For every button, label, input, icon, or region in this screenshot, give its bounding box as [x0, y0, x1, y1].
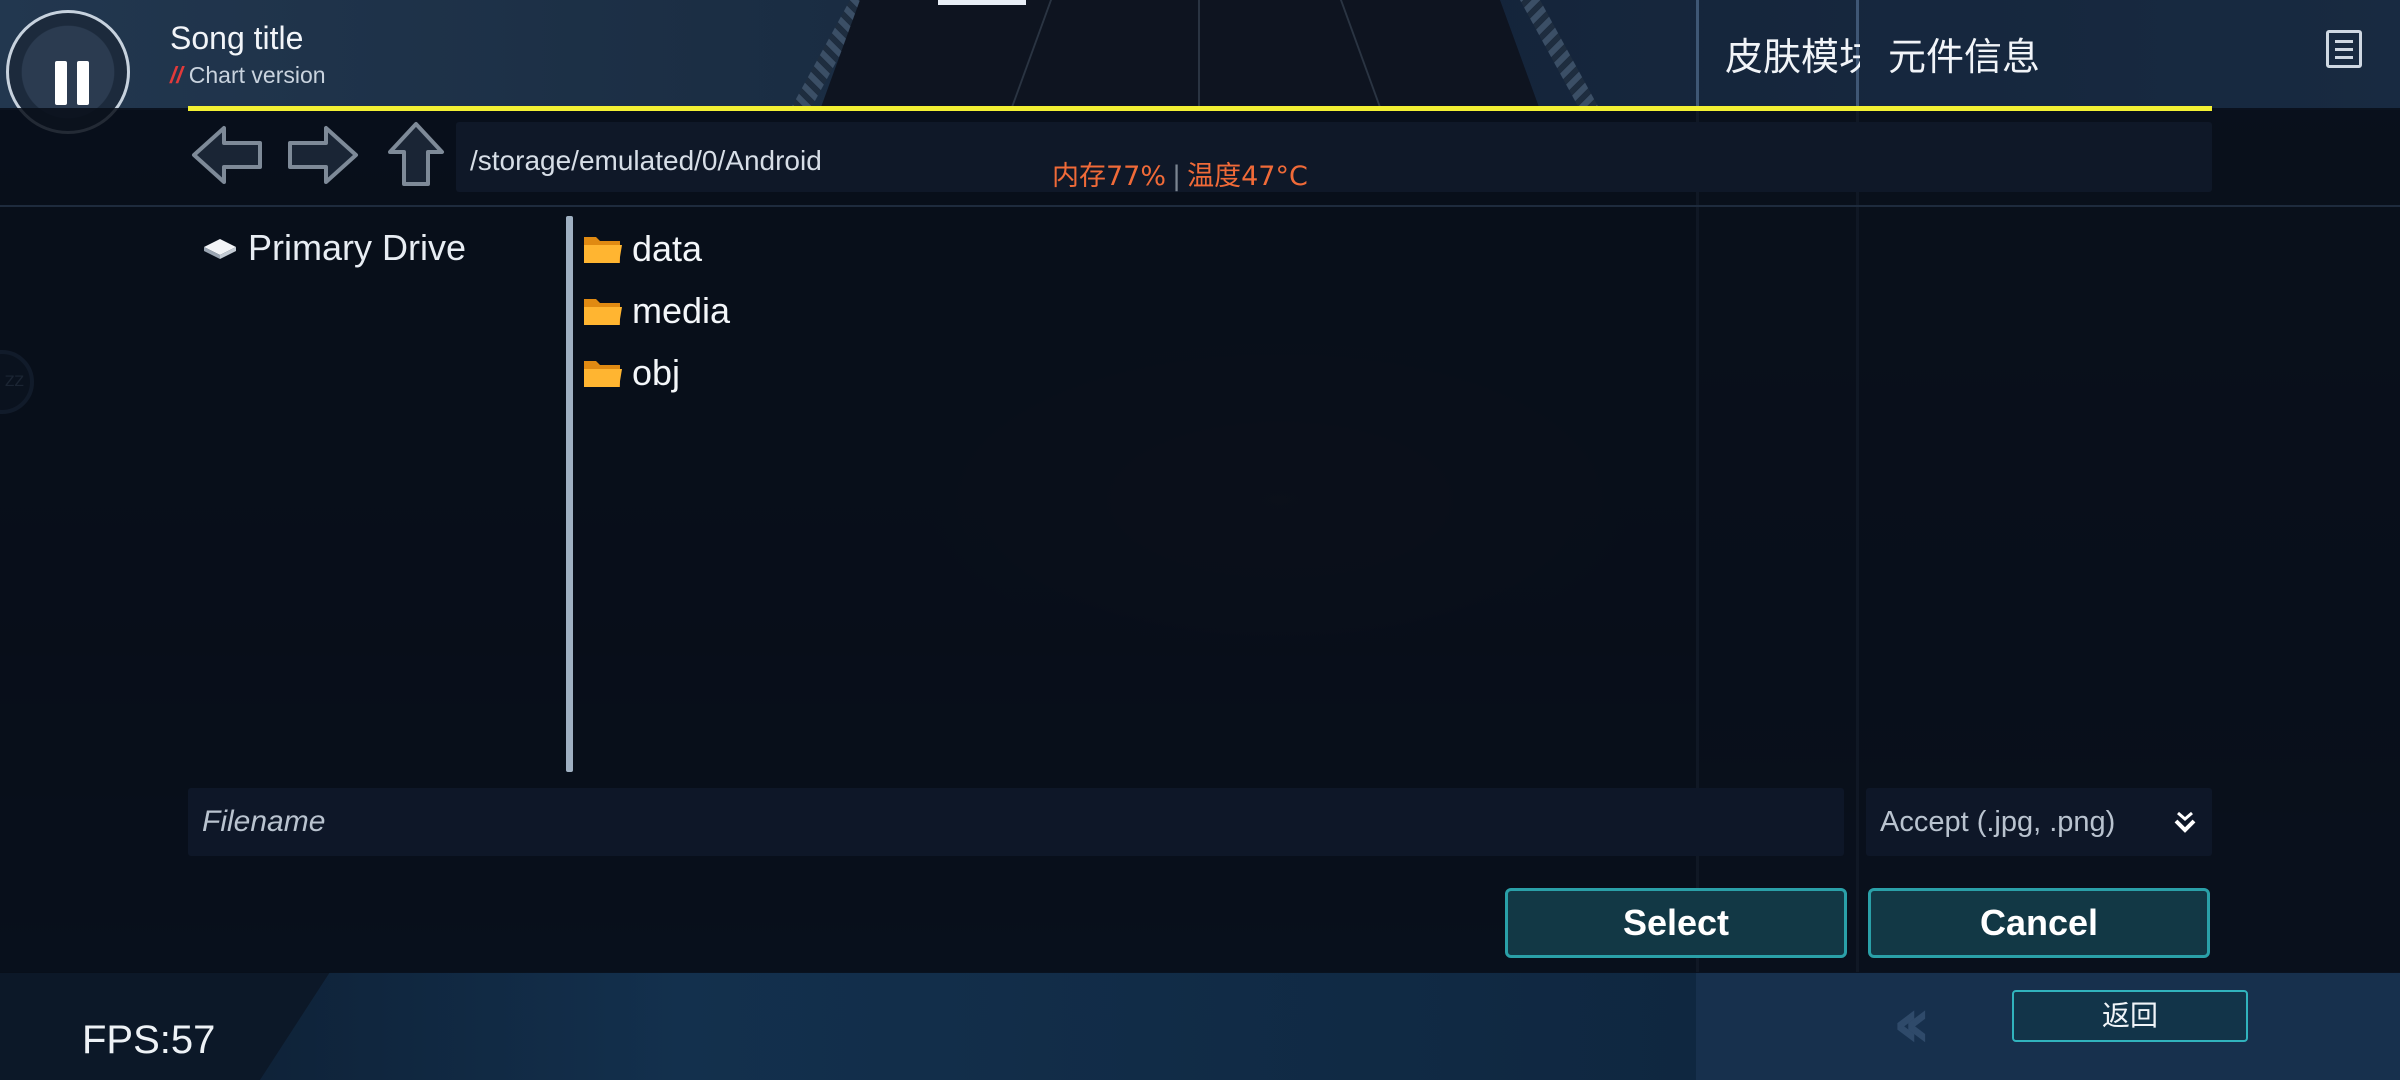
tab-skin-module[interactable]: 皮肤模块 — [1725, 26, 1860, 81]
file-type-filter[interactable]: Accept (.jpg, .png) — [1866, 788, 2212, 856]
temperature: 温度47°C — [1187, 161, 1308, 192]
chart-version: //Chart version — [170, 62, 326, 89]
drive-icon — [200, 235, 240, 261]
toolbar-separator — [0, 205, 2400, 207]
file-list: data media obj — [582, 218, 730, 404]
note-lane — [820, 0, 1540, 110]
drive-label: Primary Drive — [248, 227, 467, 268]
list-item[interactable]: data — [582, 218, 730, 280]
forward-arrow-icon[interactable] — [282, 120, 362, 190]
select-button[interactable]: Select — [1505, 888, 1847, 958]
component-info-title: 元件信息 — [1888, 35, 2041, 79]
folder-icon — [582, 355, 624, 391]
back-button[interactable]: 返回 — [2012, 990, 2248, 1042]
document-list-icon[interactable] — [2326, 30, 2362, 68]
chevron-down-icon — [2172, 809, 2198, 835]
folder-icon — [582, 231, 624, 267]
filename-input[interactable] — [188, 788, 1844, 856]
fps-counter: FPS:57 — [82, 1018, 216, 1062]
device-status: 内存77% | 温度47°C — [1052, 154, 1308, 193]
back-arrow-icon[interactable] — [188, 120, 268, 190]
lane-divider — [1198, 0, 1200, 110]
folder-icon — [582, 293, 624, 329]
double-chevron-left-icon: ‹‹ — [1892, 982, 1931, 1064]
chart-version-label: Chart version — [188, 62, 326, 88]
file-type-filter-value: Accept (.jpg, .png) — [1880, 805, 2116, 838]
list-item[interactable]: media — [582, 280, 730, 342]
pause-icon — [77, 61, 89, 105]
falling-note — [938, 0, 1026, 5]
current-path: /storage/emulated/0/Android — [470, 145, 822, 176]
up-arrow-icon[interactable] — [376, 120, 456, 190]
dialog-top-highlight — [188, 106, 2212, 111]
pane-splitter[interactable] — [566, 216, 573, 772]
song-title: Song title — [170, 20, 304, 56]
memory-usage: 内存77% — [1052, 161, 1167, 192]
file-name: obj — [632, 352, 681, 393]
chart-version-marker: // — [170, 62, 183, 88]
file-name: media — [632, 290, 731, 331]
file-name: data — [632, 228, 703, 269]
drive-item-primary[interactable]: Primary Drive — [200, 224, 466, 272]
pause-icon — [55, 61, 67, 105]
cancel-button[interactable]: Cancel — [1868, 888, 2210, 958]
list-item[interactable]: obj — [582, 342, 730, 404]
status-separator: | — [1172, 161, 1182, 192]
